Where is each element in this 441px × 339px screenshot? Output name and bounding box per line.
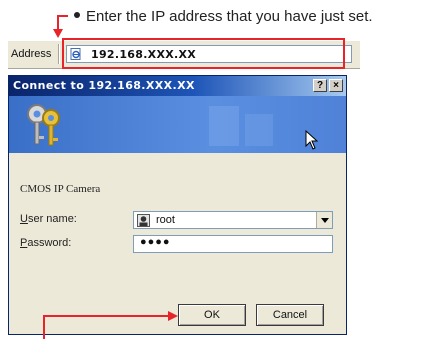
annotation-arrows (43, 15, 178, 339)
